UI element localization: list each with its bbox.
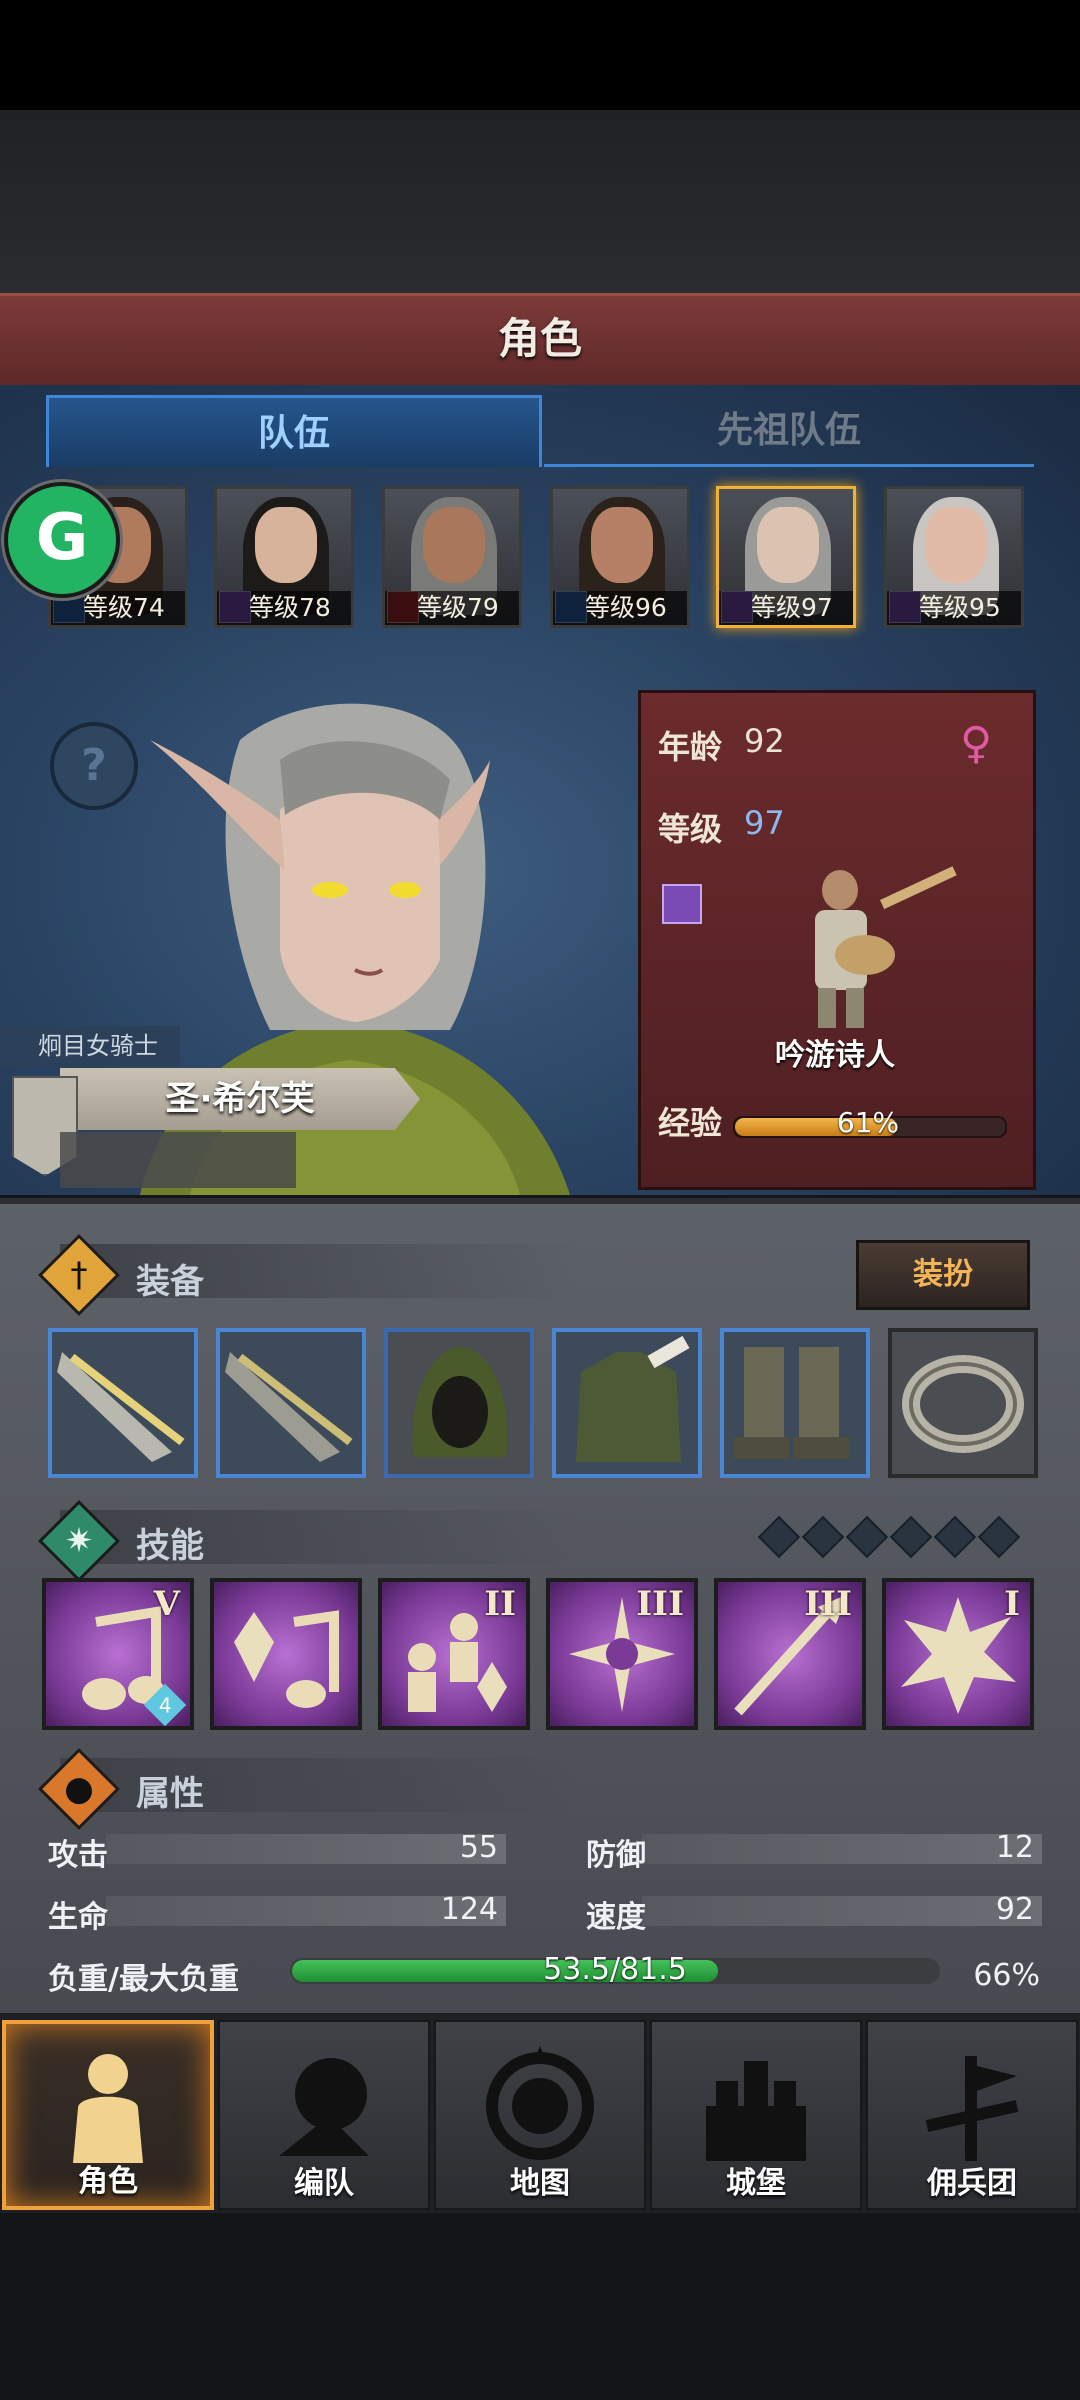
age-value: 92 [744,722,785,760]
nav-mercenary[interactable]: 佣兵团 [866,2020,1078,2210]
floating-assistant-button[interactable]: G [4,482,120,598]
hp-label: 生命 [48,1900,108,1935]
nav-label: 城堡 [726,2166,786,2201]
name-banner-shadow [60,1132,296,1188]
skill-slot[interactable]: V 4 [42,1578,194,1730]
skill-slot[interactable]: III [714,1578,866,1730]
load-percent: 66% [973,1958,1040,1993]
attack-label: 攻击 [48,1838,108,1873]
roster-level: 等级79 [385,591,519,625]
skill-slot[interactable]: II [378,1578,530,1730]
equip-slot-boots[interactable] [720,1328,870,1478]
equipment-title: 装备 [136,1262,204,1302]
nav-castle[interactable]: 城堡 [650,2020,862,2210]
star-glyph: ✷ [64,1521,94,1561]
attack-value: 55 [459,1830,498,1865]
roster-level: 等级95 [887,591,1021,625]
skill-slot[interactable]: III [546,1578,698,1730]
attributes-title: 属性 [136,1774,204,1814]
castle-icon [706,2061,806,2161]
roster-card[interactable]: 等级95 [884,486,1024,628]
roster-level: 等级97 [719,591,853,625]
compass-map-icon [486,2046,594,2160]
load-value: 53.5/81.5 [543,1952,687,1987]
speed-label: 速度 [586,1900,646,1935]
nav-label: 地图 [510,2166,570,2201]
nav-label: 编队 [294,2166,354,2201]
page-title: 角色 [497,314,582,363]
equip-slot-offhand[interactable] [216,1328,366,1478]
skill-slot[interactable]: I [882,1578,1034,1730]
equip-slot-ring[interactable] [888,1328,1038,1478]
age-label: 年龄 [658,728,723,766]
crystal-song-icon [234,1610,339,1708]
flame-glyph: ● [64,1769,94,1809]
speed-value: 92 [995,1892,1034,1927]
skill-rank: II [484,1584,516,1624]
nav-label: 佣兵团 [927,2166,1017,2201]
character-name: 圣·希尔芙 [165,1079,315,1119]
equip-slot-weapon[interactable] [48,1328,198,1478]
hp-value: 124 [440,1892,498,1927]
bottom-backdrop [0,2213,1080,2400]
skill-slot[interactable] [210,1578,362,1730]
top-backdrop [0,110,1080,295]
roster-card[interactable]: 等级79 [382,486,522,628]
cross-glyph: † [70,1255,88,1295]
tab-ancestor-team[interactable]: 先祖队伍 [544,395,1034,467]
status-bar-area [0,0,1080,110]
level-value: 97 [744,804,785,842]
skill-rank: III [636,1584,684,1624]
dress-up-button[interactable]: 装扮 [856,1240,1030,1310]
nav-formation[interactable]: 编队 [218,2020,430,2210]
nav-label: 角色 [78,2164,138,2199]
class-name: 吟游诗人 [775,1038,895,1073]
nav-map[interactable]: 地图 [434,2020,646,2210]
skill-rank: I [1004,1584,1020,1624]
skill-rank: III [804,1584,852,1624]
female-icon: ♀ [960,718,993,769]
load-label: 负重/最大负重 [48,1962,239,1997]
defense-value: 12 [995,1830,1034,1865]
staff-icon [662,884,702,924]
exp-percent: 61% [836,1106,900,1139]
skills-title: 技能 [136,1526,204,1566]
equip-slot-hood[interactable] [384,1328,534,1478]
character-title: 炯目女骑士 [0,1026,180,1066]
roster-card[interactable]: 等级96 [550,486,690,628]
tab-team[interactable]: 队伍 [46,395,542,467]
nav-character[interactable]: 角色 [2,2020,214,2210]
exp-label: 经验 [658,1104,723,1142]
equip-slot-armor[interactable] [552,1328,702,1478]
defense-label: 防御 [586,1838,646,1873]
roster-card[interactable]: 等级78 [214,486,354,628]
skill-rank: V [153,1584,180,1624]
roster-level: 等级78 [217,591,351,625]
mercenary-banner-icon [925,2056,1019,2161]
bard-class-figure [815,866,957,1028]
level-label: 等级 [658,810,723,848]
formation-icon [279,2058,369,2156]
roster-card-selected[interactable]: 等级97 [716,486,856,628]
roster-level: 等级96 [553,591,687,625]
knight-icon [73,2054,143,2163]
